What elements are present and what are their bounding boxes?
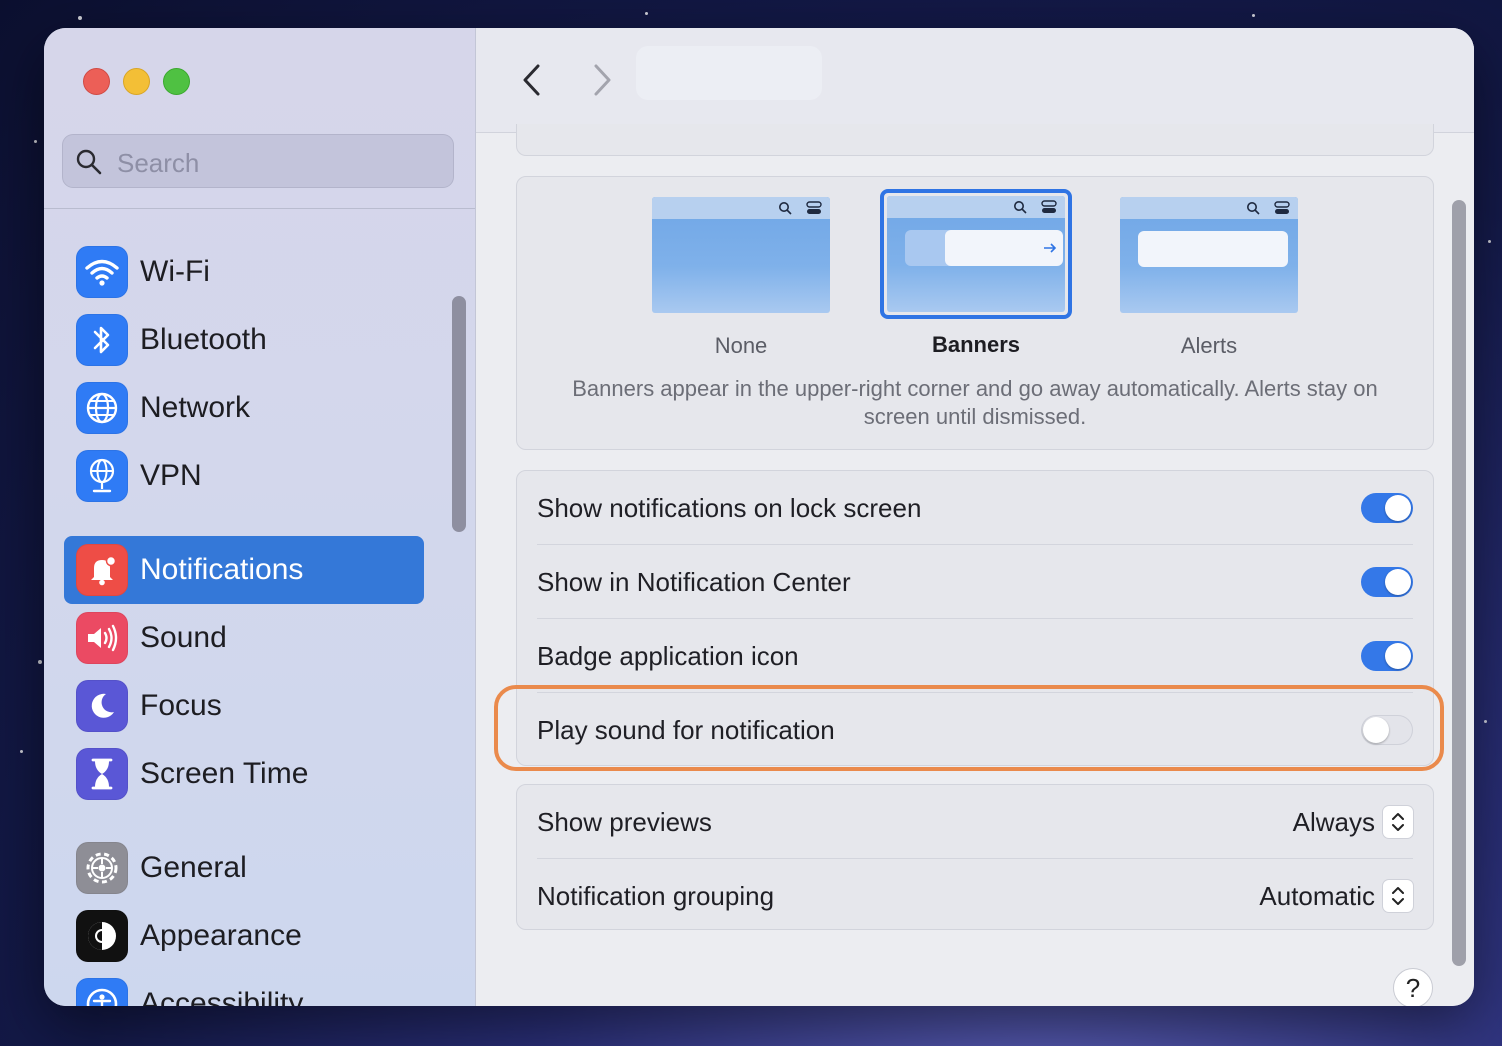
play-sound-toggle[interactable] xyxy=(1361,715,1413,745)
alert-style-alerts[interactable]: Alerts xyxy=(1120,197,1298,359)
speaker-icon xyxy=(76,612,128,664)
sidebar-item-bluetooth[interactable]: Bluetooth xyxy=(64,306,424,374)
search-icon xyxy=(76,149,102,175)
sidebar-item-label: Wi-Fi xyxy=(140,255,210,288)
sidebar-item-sound[interactable]: Sound xyxy=(64,604,424,672)
bluetooth-icon xyxy=(76,314,128,366)
sidebar-item-screen-time[interactable]: Screen Time xyxy=(64,740,424,808)
sidebar-item-label: General xyxy=(140,851,247,884)
select-value: Automatic xyxy=(1259,880,1375,911)
sidebar-item-accessibility[interactable]: Accessibility xyxy=(64,970,424,1006)
window-title-area xyxy=(636,46,822,100)
sidebar-item-label: Network xyxy=(140,391,251,424)
alert-style-description: Banners appear in the upper-right corner… xyxy=(572,376,1378,429)
bell-icon xyxy=(76,544,128,596)
control-center-icon xyxy=(1274,201,1290,214)
sidebar: Wi-Fi Bluetooth Network xyxy=(44,28,476,1006)
sidebar-item-label: Screen Time xyxy=(140,757,309,790)
toggle-row-lock-screen: Show notifications on lock screen xyxy=(537,471,1413,545)
main-scrollbar[interactable] xyxy=(1452,200,1466,966)
toggle-row-notification-center: Show in Notification Center xyxy=(537,545,1413,619)
chevron-up-down-icon xyxy=(1383,806,1413,838)
sidebar-item-wifi[interactable]: Wi-Fi xyxy=(64,238,424,306)
close-window-button[interactable] xyxy=(83,68,110,95)
main-pane: None Banners Alerts Banners appear in th… xyxy=(476,28,1474,1006)
search-field[interactable] xyxy=(62,134,454,188)
search-icon xyxy=(1014,201,1027,214)
sidebar-item-label: Bluetooth xyxy=(140,323,267,356)
toggle-row-play-sound: Play sound for notification xyxy=(537,693,1413,767)
preview-thumbnail-none xyxy=(652,197,830,313)
preview-thumbnail-alerts xyxy=(1120,197,1298,313)
chevron-left-icon xyxy=(523,64,540,96)
moon-icon xyxy=(76,680,128,732)
help-button[interactable]: ? xyxy=(1393,968,1433,1006)
alert-style-banners[interactable]: Banners xyxy=(880,189,1072,358)
alert-style-label: Banners xyxy=(931,332,1021,357)
previous-settings-card xyxy=(516,124,1434,156)
select-label: Show previews xyxy=(537,806,712,837)
sidebar-item-label: Sound xyxy=(140,621,227,654)
search-icon xyxy=(1247,202,1260,215)
badge-icon-toggle[interactable] xyxy=(1361,641,1413,671)
preview-thumbnail-banners xyxy=(887,196,1065,312)
minimize-window-button[interactable] xyxy=(123,68,150,95)
accessibility-icon xyxy=(76,978,128,1006)
search-input[interactable] xyxy=(115,145,439,181)
wifi-icon xyxy=(76,246,128,298)
toggle-label: Show notifications on lock screen xyxy=(537,492,922,523)
settings-window: Wi-Fi Bluetooth Network xyxy=(44,28,1474,1006)
forward-button[interactable] xyxy=(582,58,622,102)
toggle-label: Play sound for notification xyxy=(537,714,835,745)
show-previews-select[interactable]: Always xyxy=(1293,806,1413,838)
sidebar-item-general[interactable]: General xyxy=(64,834,424,902)
sidebar-scrollbar[interactable] xyxy=(452,296,466,532)
alert-style-label: Alerts xyxy=(1180,333,1238,358)
vpn-globe-icon xyxy=(76,450,128,502)
search-icon xyxy=(779,202,792,215)
gear-icon xyxy=(76,842,128,894)
lock-screen-toggle[interactable] xyxy=(1361,493,1413,523)
sidebar-divider xyxy=(44,208,475,209)
toggle-row-badge: Badge application icon xyxy=(537,619,1413,693)
sidebar-item-appearance[interactable]: Appearance xyxy=(64,902,424,970)
notification-center-toggle[interactable] xyxy=(1361,567,1413,597)
chevron-up-down-icon xyxy=(1383,880,1413,912)
sidebar-item-label: Focus xyxy=(140,689,222,722)
toggle-label: Badge application icon xyxy=(537,640,799,671)
select-value: Always xyxy=(1292,806,1375,837)
sidebar-item-label: Notifications xyxy=(140,553,304,586)
hourglass-icon xyxy=(76,748,128,800)
select-label: Notification grouping xyxy=(537,880,775,911)
alert-style-card: None Banners Alerts Banners appear in th… xyxy=(516,176,1434,450)
control-center-icon xyxy=(1041,200,1057,213)
back-button[interactable] xyxy=(512,58,552,102)
notification-grouping-select[interactable]: Automatic xyxy=(1259,880,1413,912)
notification-toggles-card: Show notifications on lock screen Show i… xyxy=(516,470,1434,766)
toggle-label: Show in Notification Center xyxy=(537,566,851,597)
toolbar xyxy=(476,28,1474,133)
select-row-previews: Show previews Always xyxy=(537,785,1413,859)
zoom-window-button[interactable] xyxy=(163,68,190,95)
arrow-right-icon xyxy=(1044,243,1057,253)
sidebar-item-focus[interactable]: Focus xyxy=(64,672,424,740)
select-row-grouping: Notification grouping Automatic xyxy=(537,859,1413,933)
sidebar-item-vpn[interactable]: VPN xyxy=(64,442,424,510)
control-center-icon xyxy=(806,201,822,214)
globe-icon xyxy=(76,382,128,434)
alert-style-none[interactable]: None xyxy=(652,197,830,359)
sidebar-item-network[interactable]: Network xyxy=(64,374,424,442)
preview-options-card: Show previews Always Notification groupi… xyxy=(516,784,1434,930)
sidebar-item-label: VPN xyxy=(140,459,202,492)
sidebar-item-label: Appearance xyxy=(140,919,302,952)
sidebar-item-notifications[interactable]: Notifications xyxy=(64,536,424,604)
chevron-right-icon xyxy=(594,64,611,96)
alert-style-label: None xyxy=(714,333,768,358)
appearance-icon xyxy=(76,910,128,962)
sidebar-item-label: Accessibility xyxy=(140,987,304,1006)
